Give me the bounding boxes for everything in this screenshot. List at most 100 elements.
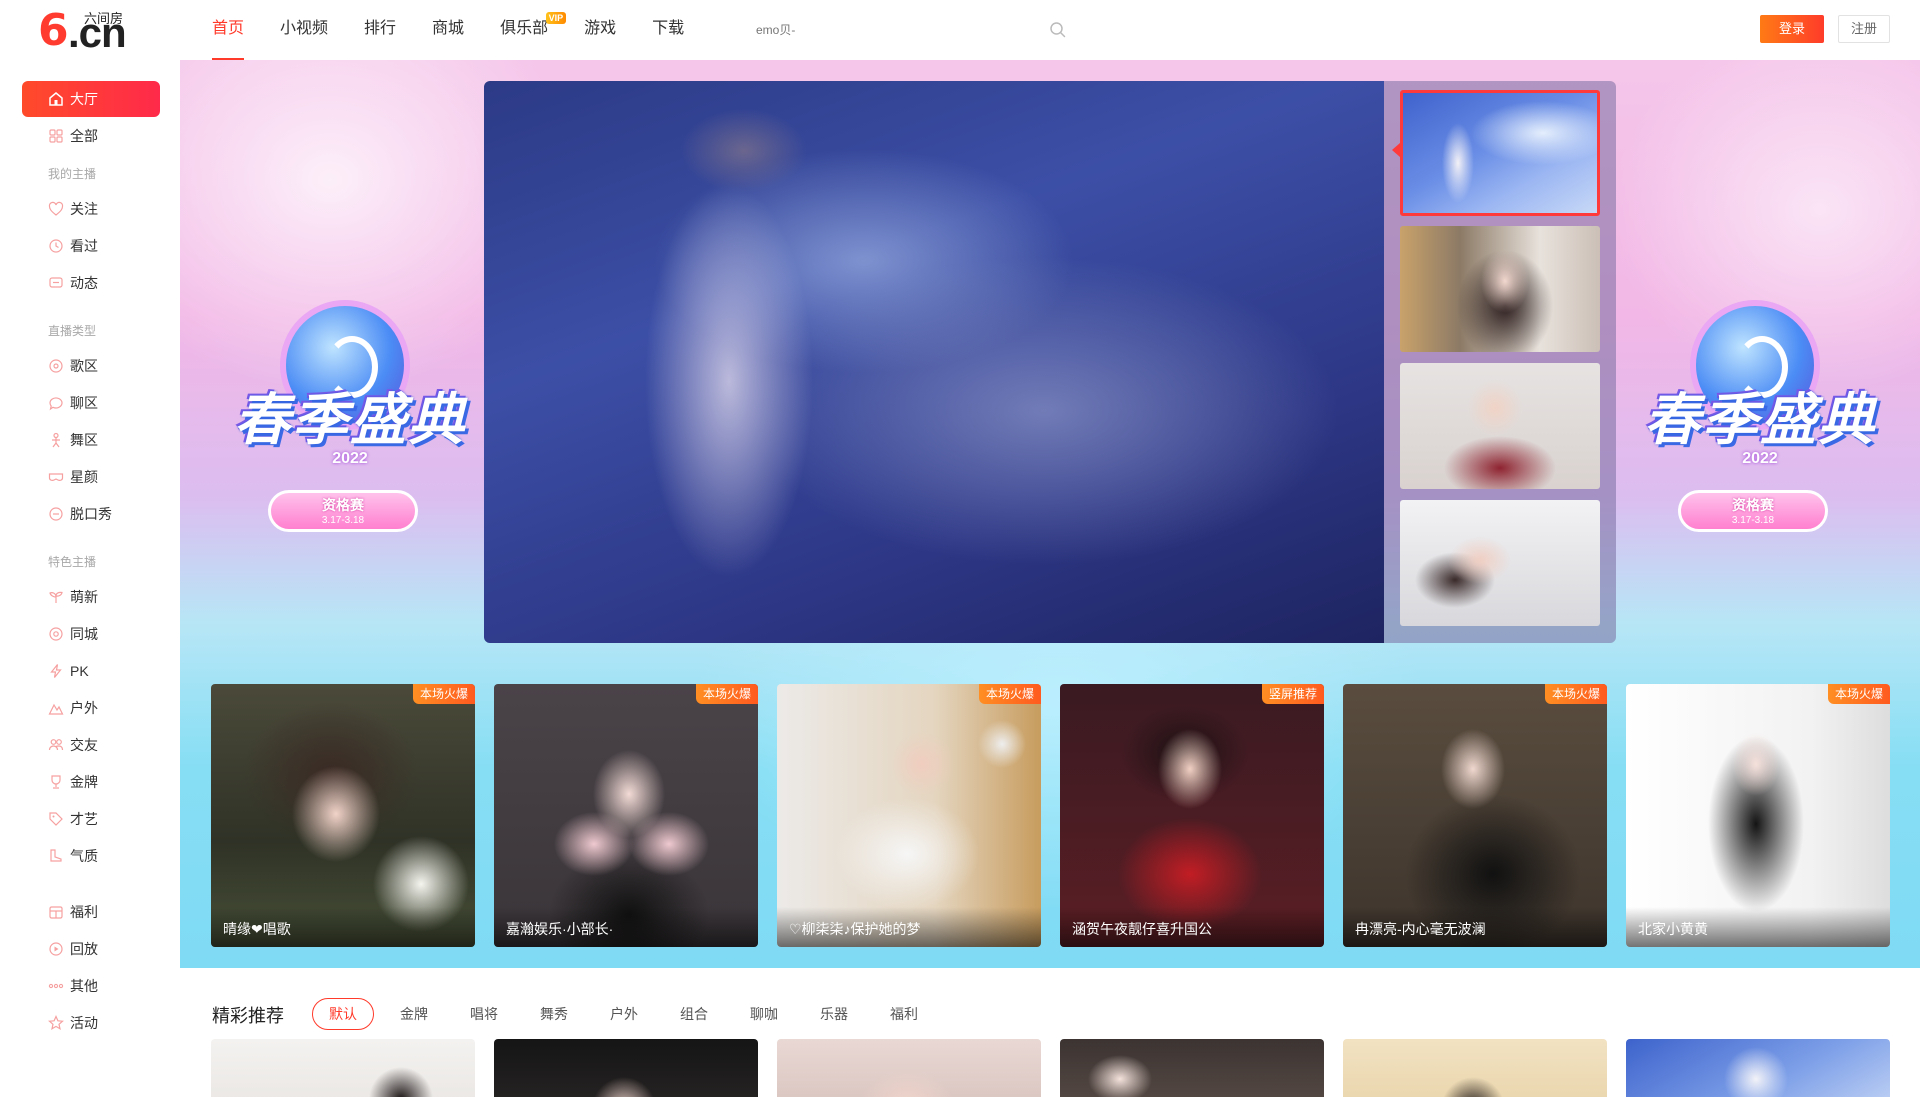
sidebar-item-song[interactable]: 歌区 [22, 348, 160, 384]
festival-promo-left[interactable]: 春季盛典 2022 资格赛 3.17-3.18 [210, 290, 490, 550]
stream-card[interactable]: 本场火爆 冉漂亮-内心毫无波澜 [1343, 684, 1607, 947]
sidebar-item-label: 才艺 [70, 811, 98, 827]
card-tag: 本场火爆 [978, 684, 1041, 704]
stream-thumbnail[interactable] [1400, 90, 1600, 216]
stream-thumbnail[interactable] [1400, 500, 1600, 626]
sidebar-item-chat[interactable]: 聊区 [22, 385, 160, 421]
search-input[interactable] [756, 16, 1068, 44]
sidebar-item-pk[interactable]: PK [22, 653, 160, 689]
sidebar-item-newbie[interactable]: 萌新 [22, 579, 160, 615]
card-tag: 本场火爆 [412, 684, 475, 704]
sidebar-item-outdoor[interactable]: 户外 [22, 690, 160, 726]
nav-games[interactable]: 游戏 [584, 0, 616, 60]
sidebar-heading-my-anchors: 我的主播 [48, 167, 97, 181]
sidebar-item-label: 看过 [70, 238, 98, 254]
nav-download-label: 下载 [652, 20, 685, 37]
sidebar-item-talent[interactable]: 才艺 [22, 801, 160, 837]
site-logo[interactable]: 6 .cn 六间房 [38, 5, 138, 56]
sidebar-item-temperament[interactable]: 气质 [22, 838, 160, 874]
tab-chat[interactable]: 聊咖 [750, 998, 778, 1030]
tab-group[interactable]: 组合 [680, 998, 708, 1030]
sidebar-item-welfare[interactable]: 福利 [22, 894, 160, 930]
tag-icon [49, 812, 63, 826]
card-anchor-name: 嘉瀚娱乐·小部长· [494, 907, 758, 947]
tab-gold[interactable]: 金牌 [400, 998, 428, 1030]
sidebar-item-dance[interactable]: 舞区 [22, 422, 160, 458]
sidebar-item-label: 金牌 [70, 774, 98, 790]
festival-promo-right[interactable]: 春季盛典 2022 资格赛 3.17-3.18 [1620, 290, 1900, 550]
register-button[interactable]: 注册 [1838, 15, 1890, 43]
recommend-card[interactable] [1060, 1039, 1324, 1097]
tab-outdoor[interactable]: 户外 [610, 998, 638, 1030]
festival-round-label: 资格赛 [1732, 497, 1774, 513]
festival-year: 2022 [332, 450, 368, 467]
stream-card[interactable]: 本场火爆 嘉瀚娱乐·小部长· [494, 684, 758, 947]
sidebar-item-gold[interactable]: 金牌 [22, 764, 160, 800]
sidebar-item-other[interactable]: 其他 [22, 968, 160, 1004]
festival-round-pill: 资格赛 3.17-3.18 [268, 490, 418, 532]
festival-round-pill: 资格赛 3.17-3.18 [1678, 490, 1828, 532]
festival-title: 春季盛典 [234, 388, 466, 453]
card-anchor-name: ♡柳柒柒♪保护她的梦 [777, 907, 1041, 947]
festival-round-label: 资格赛 [322, 497, 364, 513]
recommend-card[interactable] [1626, 1039, 1890, 1097]
recommend-tabs: 默认 金牌 唱将 舞秀 户外 组合 聊咖 乐器 福利 [312, 998, 960, 1030]
section-title-recommend: 精彩推荐 [212, 1006, 284, 1026]
sidebar-heading-featured: 特色主播 [48, 555, 97, 569]
stream-thumbnail[interactable] [1400, 363, 1600, 489]
sidebar-item-follow[interactable]: 关注 [22, 191, 160, 227]
tab-dance[interactable]: 舞秀 [540, 998, 568, 1030]
logo-six: 6 [38, 5, 69, 56]
stream-card[interactable]: 本场火爆 晴缘❤唱歌 [211, 684, 475, 947]
sidebar-item-watched[interactable]: 看过 [22, 228, 160, 264]
search-icon[interactable] [1048, 20, 1068, 40]
sidebar-item-label: PK [70, 663, 89, 679]
sidebar-item-talk-show[interactable]: 脱口秀 [22, 496, 160, 532]
recommend-card[interactable] [211, 1039, 475, 1097]
sidebar-item-same-city[interactable]: 同城 [22, 616, 160, 652]
card-tag: 本场火爆 [1544, 684, 1607, 704]
sidebar-item-activity[interactable]: 活动 [22, 1005, 160, 1041]
stream-card[interactable]: 竖屏推荐 涵贺午夜靓仔喜升国公 [1060, 684, 1324, 947]
recommend-card[interactable] [494, 1039, 758, 1097]
stream-thumbnail-list [1384, 81, 1616, 643]
location-icon [49, 627, 63, 641]
sidebar-item-all[interactable]: 全部 [22, 118, 160, 154]
sidebar-item-label: 全部 [70, 128, 98, 144]
login-button[interactable]: 登录 [1760, 15, 1824, 43]
sidebar-item-star[interactable]: 星颜 [22, 459, 160, 495]
recommend-card[interactable] [777, 1039, 1041, 1097]
nav-club[interactable]: 俱乐部 VIP [500, 0, 567, 60]
lightning-icon [50, 664, 62, 678]
sidebar-item-friends[interactable]: 交友 [22, 727, 160, 763]
mountain-icon [48, 703, 64, 715]
tab-welfare[interactable]: 福利 [890, 998, 918, 1030]
sidebar-item-label: 动态 [70, 275, 98, 291]
nav-mall[interactable]: 商城 [432, 0, 464, 60]
stream-card[interactable]: 本场火爆 北家小黄黄 [1626, 684, 1890, 947]
nav-ranking-label: 排行 [364, 20, 397, 37]
recommend-card[interactable] [1343, 1039, 1607, 1097]
nav-home[interactable]: 首页 [212, 0, 245, 60]
trophy-icon [51, 775, 61, 789]
tab-singer[interactable]: 唱将 [470, 998, 498, 1030]
sprout-icon [49, 591, 63, 603]
live-video-player[interactable] [484, 81, 1384, 643]
gift-icon [49, 906, 63, 919]
dancer-icon [52, 432, 60, 448]
festival-dates: 3.17-3.18 [1731, 515, 1775, 526]
sidebar-item-moments[interactable]: 动态 [22, 265, 160, 301]
sidebar-item-label: 气质 [70, 848, 98, 864]
tab-default[interactable]: 默认 [312, 998, 374, 1030]
sidebar-item-replay[interactable]: 回放 [22, 931, 160, 967]
stream-card[interactable]: 本场火爆 ♡柳柒柒♪保护她的梦 [777, 684, 1041, 947]
nav-short-video[interactable]: 小视频 [280, 0, 328, 60]
sidebar-item-hall[interactable]: 大厅 [22, 81, 160, 117]
festival-year: 2022 [1742, 450, 1778, 467]
grid-icon [49, 129, 63, 143]
stream-thumbnail[interactable] [1400, 226, 1600, 352]
tab-instrument[interactable]: 乐器 [820, 998, 848, 1030]
nav-download[interactable]: 下载 [652, 0, 684, 60]
nav-ranking[interactable]: 排行 [364, 0, 396, 60]
card-anchor-name: 晴缘❤唱歌 [211, 907, 475, 947]
